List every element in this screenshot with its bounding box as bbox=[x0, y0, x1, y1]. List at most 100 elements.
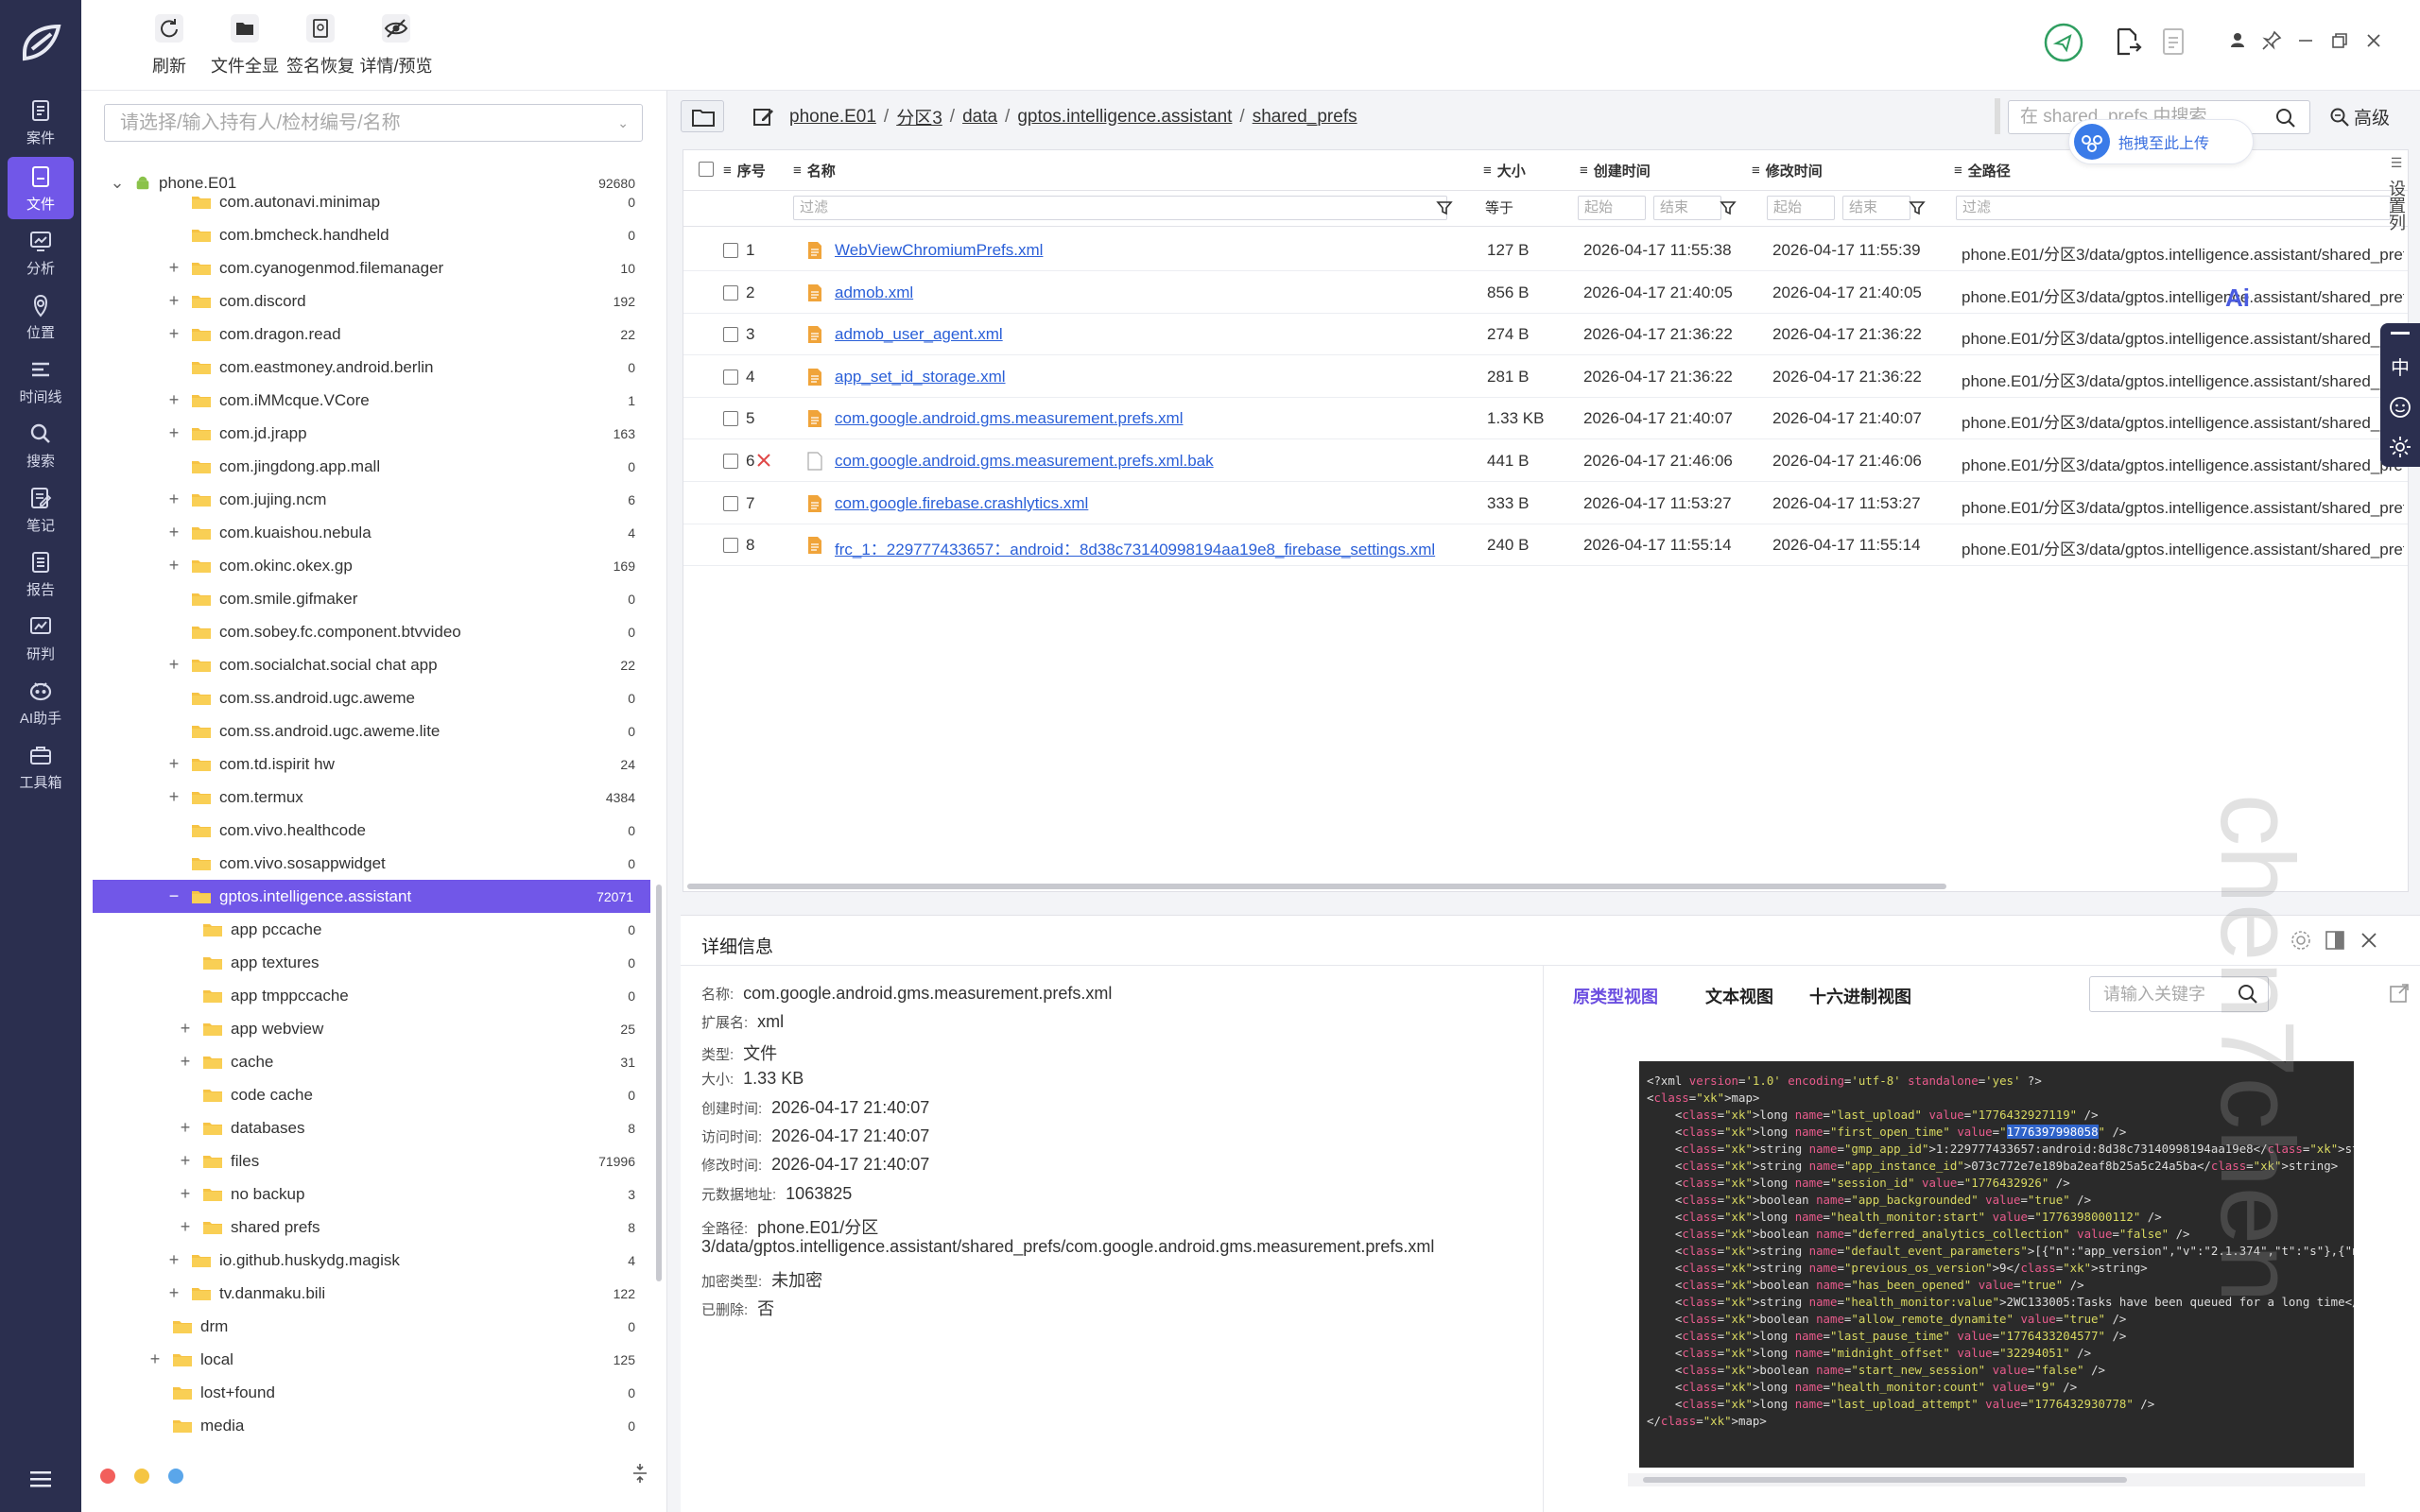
breadcrumb-item[interactable]: shared_prefs bbox=[1253, 107, 1357, 128]
tree-item[interactable]: + com.jd.jrapp 163 bbox=[81, 417, 652, 450]
row-checkbox[interactable] bbox=[723, 243, 738, 258]
nav-item-1[interactable]: 文件 bbox=[8, 157, 74, 219]
advanced-search-button[interactable]: 高级 bbox=[2329, 104, 2390, 129]
preview-scroll-thumb[interactable] bbox=[1643, 1477, 2127, 1483]
expand-toggle-icon[interactable]: + bbox=[166, 291, 182, 311]
expand-toggle-icon[interactable]: + bbox=[166, 655, 182, 675]
tree-item[interactable]: + com.dragon.read 22 bbox=[81, 318, 652, 351]
restore-icon[interactable] bbox=[2325, 26, 2354, 55]
modified-filter-icon[interactable] bbox=[1909, 199, 1926, 216]
signature-recovery-button[interactable]: 签名恢复 bbox=[278, 13, 363, 77]
column-header-name[interactable]: ≡ 名称 bbox=[793, 150, 836, 190]
tree-item[interactable]: + io.github.huskydg.magisk 4 bbox=[81, 1244, 652, 1277]
name-filter-icon[interactable] bbox=[1436, 199, 1453, 216]
tree-item[interactable]: + databases 8 bbox=[81, 1111, 652, 1144]
expand-toggle-icon[interactable]: + bbox=[166, 523, 182, 542]
expand-toggle-icon[interactable]: + bbox=[166, 1283, 182, 1303]
row-checkbox[interactable] bbox=[723, 284, 738, 301]
breadcrumb-item[interactable]: phone.E01 bbox=[789, 107, 876, 128]
expand-toggle-icon[interactable]: + bbox=[166, 754, 182, 774]
row-checkbox[interactable] bbox=[723, 369, 738, 385]
tree-item[interactable]: + com.kuaishou.nebula 4 bbox=[81, 516, 652, 549]
created-filter-icon[interactable] bbox=[1720, 199, 1737, 216]
nav-item-8[interactable]: 研判 bbox=[8, 607, 74, 669]
file-name-link[interactable]: admob_user_agent.xml bbox=[835, 325, 1003, 344]
tree-item[interactable]: + cache 31 bbox=[81, 1045, 652, 1078]
tree-item[interactable]: com.ss.android.ugc.aweme.lite 0 bbox=[81, 714, 652, 747]
nav-item-4[interactable]: 时间线 bbox=[8, 350, 74, 412]
close-window-icon[interactable] bbox=[2360, 26, 2388, 55]
expand-toggle-icon[interactable]: + bbox=[166, 787, 182, 807]
tree-item[interactable]: + com.iMMcque.VCore 1 bbox=[81, 384, 652, 417]
table-row[interactable]: 6 com.google.android.gms.measurement.pref… bbox=[683, 440, 2408, 482]
view-tab[interactable]: 十六进制视图 bbox=[1809, 984, 1911, 1008]
table-row[interactable]: 3 admob_user_agent.xml 274 B 2026-04-17 21:… bbox=[683, 314, 2408, 356]
breadcrumb-item[interactable]: gptos.intelligence.assistant bbox=[1017, 107, 1232, 128]
modified-start-input[interactable]: 起始 bbox=[1767, 196, 1835, 220]
breadcrumb-item[interactable]: 分区3 bbox=[896, 104, 942, 129]
red-dot-icon[interactable] bbox=[100, 1469, 115, 1484]
expand-toggle-icon[interactable]: + bbox=[178, 1151, 193, 1171]
tree-item[interactable]: com.ss.android.ugc.aweme 0 bbox=[81, 681, 652, 714]
nav-item-10[interactable]: 工具箱 bbox=[8, 735, 74, 798]
grid-horizontal-scrollbar[interactable] bbox=[687, 884, 1946, 889]
table-row[interactable]: 2 admob.xml 856 B 2026-04-17 21:40:05 2026-0… bbox=[683, 272, 2408, 314]
expand-toggle-icon[interactable]: + bbox=[166, 490, 182, 509]
table-row[interactable]: 7 com.google.firebase.crashlytics.xml 333 … bbox=[683, 483, 2408, 524]
expand-toggle-icon[interactable]: + bbox=[178, 1052, 193, 1072]
column-header-modified[interactable]: ≡ 修改时间 bbox=[1752, 150, 1823, 190]
expand-toggle-icon[interactable]: + bbox=[178, 1019, 193, 1039]
drag-upload-badge[interactable]: 拖拽至此上传 bbox=[2068, 119, 2254, 164]
expand-toggle-icon[interactable]: + bbox=[166, 556, 182, 576]
column-header-index[interactable]: ≡ 序号 bbox=[723, 150, 766, 190]
expand-toggle-icon[interactable]: + bbox=[166, 324, 182, 344]
close-detail-icon[interactable] bbox=[2358, 929, 2380, 952]
expand-toggle-icon[interactable]: + bbox=[166, 258, 182, 278]
expand-toggle-icon[interactable]: + bbox=[178, 1184, 193, 1204]
row-checkbox[interactable] bbox=[723, 327, 738, 343]
size-filter-op[interactable]: 等于 bbox=[1485, 198, 1513, 217]
folder-view-button[interactable] bbox=[681, 100, 724, 132]
export-file-icon[interactable] bbox=[2114, 26, 2142, 57]
tree-item[interactable]: app tmppccache 0 bbox=[81, 979, 652, 1012]
search-icon[interactable] bbox=[2275, 108, 2296, 129]
nav-item-7[interactable]: 报告 bbox=[8, 542, 74, 605]
nav-item-3[interactable]: 位置 bbox=[8, 285, 74, 348]
view-tab[interactable]: 原类型视图 bbox=[1573, 984, 1658, 1008]
expand-toggle-icon[interactable]: + bbox=[166, 390, 182, 410]
tree-item[interactable]: lost+found 0 bbox=[81, 1376, 652, 1409]
settings-gear-icon[interactable] bbox=[2389, 436, 2411, 458]
expand-toggle-icon[interactable]: + bbox=[178, 1118, 193, 1138]
detail-settings-icon[interactable] bbox=[2290, 929, 2312, 952]
tree-item[interactable]: + tv.danmaku.bili 122 bbox=[81, 1277, 652, 1310]
column-header-fullpath[interactable]: ≡ 全路径 bbox=[1954, 150, 2011, 190]
column-header-size[interactable]: ≡ 大小 bbox=[1483, 150, 1526, 190]
table-row[interactable]: 8 frc_1：229777433657：android：8d38c7314099… bbox=[683, 524, 2408, 567]
tree-item[interactable]: + shared prefs 8 bbox=[81, 1211, 652, 1244]
refresh-button[interactable]: 刷新 bbox=[127, 13, 212, 77]
tree-item[interactable]: app pccache 0 bbox=[81, 913, 652, 946]
tree-item[interactable]: + com.okinc.okex.gp 169 bbox=[81, 549, 652, 582]
menu-icon[interactable] bbox=[26, 1465, 55, 1493]
tree-item[interactable]: com.vivo.healthcode 0 bbox=[81, 814, 652, 847]
search-icon[interactable] bbox=[2238, 984, 2258, 1005]
detail-preview-button[interactable]: 详情/预览 bbox=[354, 13, 439, 77]
tree-item[interactable]: − gptos.intelligence.assistant 72071 bbox=[93, 880, 650, 913]
tree-item[interactable]: com.smile.gifmaker 0 bbox=[81, 582, 652, 615]
created-end-input[interactable]: 结束 bbox=[1653, 196, 1721, 220]
name-filter-input[interactable]: 过滤 bbox=[793, 196, 1447, 220]
edit-path-icon[interactable] bbox=[752, 106, 775, 129]
file-overview-button[interactable]: 文件全显 bbox=[202, 13, 287, 77]
blue-dot-icon[interactable] bbox=[168, 1469, 183, 1484]
yellow-dot-icon[interactable] bbox=[134, 1469, 149, 1484]
column-settings-button[interactable]: ☰ 设置列 bbox=[2382, 151, 2411, 312]
tree-item[interactable]: + app webview 25 bbox=[81, 1012, 652, 1045]
document-icon[interactable] bbox=[2161, 26, 2186, 57]
table-row[interactable]: 5 com.google.android.gms.measurement.pref… bbox=[683, 398, 2408, 440]
tree-item[interactable]: + com.td.ispirit hw 24 bbox=[81, 747, 652, 781]
row-checkbox[interactable] bbox=[723, 411, 738, 427]
nav-item-6[interactable]: 笔记 bbox=[8, 478, 74, 541]
tree-item[interactable]: + local 125 bbox=[81, 1343, 652, 1376]
tree-item[interactable]: code cache 0 bbox=[81, 1078, 652, 1111]
ai-icon[interactable]: Ai bbox=[2223, 284, 2257, 312]
